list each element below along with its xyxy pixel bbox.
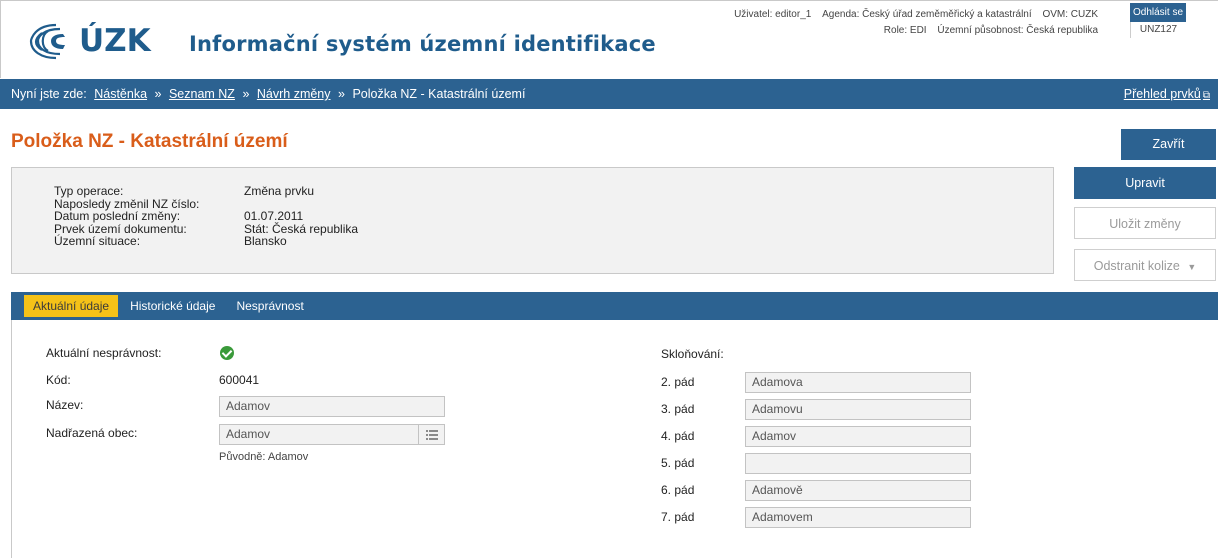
case-label: 7. pád [661,510,695,524]
breadcrumb: Nyní jste zde: Nástěnka » Seznam NZ » Ná… [0,79,1218,109]
case-field[interactable]: Adamovu [745,399,971,420]
breadcrumb-nz-list[interactable]: Seznam NZ [169,87,235,101]
info-value: 01.07.2011 [244,209,304,223]
parent-municipality-field[interactable]: Adamov [219,424,445,445]
close-button[interactable]: Zavřít [1121,129,1216,160]
check-circle-icon [220,346,234,360]
user-name: Uživatel: editor_1 [734,9,812,20]
external-link-icon: ⧉ [1202,90,1210,101]
logout-button[interactable]: Odhlásit se [1130,3,1186,22]
code-label: Kód: [46,373,71,387]
parent-label: Nadřazená obec: [46,426,138,440]
list-icon-glyph [425,429,438,440]
logo-text: ÚZK [79,23,151,59]
code-value: 600041 [219,373,260,387]
app-title: Informační systém územní identifikace [189,32,656,56]
case-field[interactable]: Adamově [745,480,971,501]
name-label: Název: [46,398,84,412]
cuzk-logo-icon [29,23,65,60]
breadcrumb-change-proposal[interactable]: Návrh změny [257,87,331,101]
role: Role: EDI [883,25,927,36]
breadcrumb-current: Položka NZ - Katastrální území [352,87,526,101]
agenda: Agenda: Český úřad zeměměřický a katastr… [822,9,1032,20]
caret-down-icon: ▼ [1187,262,1197,272]
overview-link-label: Přehled prvků [1123,87,1201,101]
info-row: Územní situace: Blansko [54,235,1053,248]
scope: Územní působnost: Česká republika [937,25,1098,36]
tab-content: Aktuální nesprávnost: Kód: 600041 Název:… [11,320,1218,558]
case-field[interactable]: Adamov [745,426,971,447]
info-row: Naposledy změnil NZ číslo: [54,197,1053,211]
breadcrumb-dashboard[interactable]: Nástěnka [94,87,147,101]
list-icon[interactable] [418,425,444,444]
tab-incorrectness[interactable]: Nesprávnost [227,295,312,317]
tab-bar: Aktuální údaje Historické údaje Nesprávn… [11,292,1218,320]
overview-link[interactable]: Přehled prvků ⧉ [1124,79,1210,111]
tab-historical-data[interactable]: Historické údaje [121,295,224,317]
case-label: 6. pád [661,483,695,497]
declension-label: Skloňování: [661,347,724,361]
unz-code: UNZ127 [1130,22,1186,38]
case-label: 2. pád [661,375,695,389]
case-field[interactable]: Adamova [745,372,971,393]
info-value: Blansko [244,234,287,248]
info-label: Územní situace: [54,234,141,248]
app-header: ÚZK Informační systém územní identifikac… [0,0,1218,78]
name-field[interactable]: Adamov [219,396,445,417]
case-label: 4. pád [661,429,695,443]
info-panel: Typ operace: Změna prvku Naposledy změni… [11,167,1054,274]
breadcrumb-prefix: Nyní jste zde: [11,87,87,101]
original-value-note: Původně: Adamov [219,451,309,463]
save-changes-button[interactable]: Uložit změny [1074,207,1216,239]
edit-button[interactable]: Upravit [1074,167,1216,199]
breadcrumb-separator: » [154,87,162,101]
info-row: Prvek území dokumentu: Stát: Česká repub… [54,222,1053,236]
case-label: 3. pád [661,402,695,416]
info-label: Datum poslední změny: [54,209,181,223]
info-label: Typ operace: [54,184,124,198]
user-info: Uživatel: editor_1 Agenda: Český úřad ze… [726,7,1098,39]
tab-current-data[interactable]: Aktuální údaje [24,295,119,317]
page-title: Položka NZ - Katastrální území [11,131,288,152]
info-row: Datum poslední změny: 01.07.2011 [54,210,1053,223]
breadcrumb-separator: » [338,87,345,101]
case-label: 5. pád [661,456,695,470]
incorrect-label: Aktuální nesprávnost: [46,346,162,360]
case-field[interactable]: Adamovem [745,507,971,528]
parent-municipality-value: Adamov [226,427,271,441]
resolve-conflicts-button[interactable]: Odstranit kolize ▼ [1074,249,1216,281]
info-value: Změna prvku [244,184,315,198]
logo[interactable]: ÚZK [27,21,151,61]
resolve-conflicts-label: Odstranit kolize [1093,259,1180,273]
ovm: OVM: CUZK [1042,9,1098,20]
case-field[interactable] [745,453,971,474]
breadcrumb-separator: » [242,87,250,101]
info-row: Typ operace: Změna prvku [54,185,1053,198]
